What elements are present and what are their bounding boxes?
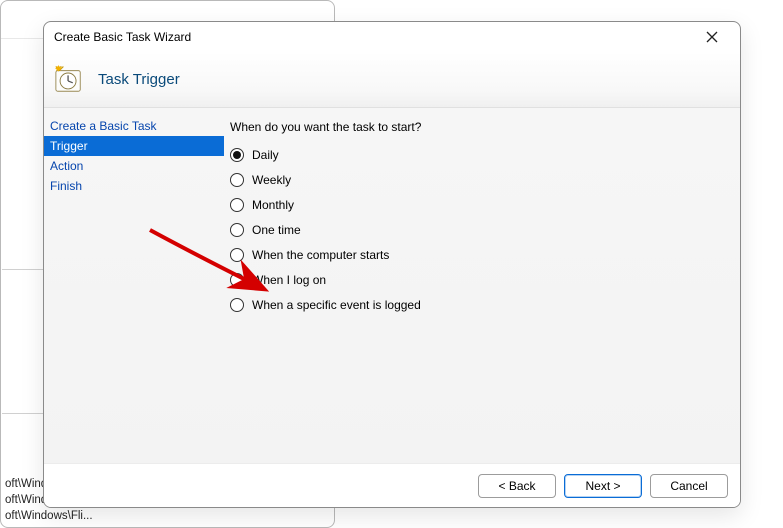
radio-icon (230, 273, 244, 287)
step-create-basic-task[interactable]: Create a Basic Task (44, 116, 224, 136)
option-daily[interactable]: Daily (230, 148, 726, 162)
option-weekly[interactable]: Weekly (230, 173, 726, 187)
option-computer-starts[interactable]: When the computer starts (230, 248, 726, 262)
option-label: Weekly (252, 173, 291, 187)
option-label: Daily (252, 148, 279, 162)
trigger-options: Daily Weekly Monthly One time When the c… (230, 148, 726, 312)
cancel-button[interactable]: Cancel (650, 474, 728, 498)
dialog-titlebar: Create Basic Task Wizard (44, 22, 740, 52)
dialog-body: Create a Basic Task Trigger Action Finis… (44, 108, 740, 463)
option-label: One time (252, 223, 301, 237)
next-button[interactable]: Next > (564, 474, 642, 498)
option-label: When the computer starts (252, 248, 389, 262)
option-one-time[interactable]: One time (230, 223, 726, 237)
option-log-on[interactable]: When I log on (230, 273, 726, 287)
option-label: When I log on (252, 273, 326, 287)
step-trigger[interactable]: Trigger (44, 136, 224, 156)
option-label: Monthly (252, 198, 294, 212)
option-label: When a specific event is logged (252, 298, 421, 312)
dialog-title: Create Basic Task Wizard (54, 30, 191, 44)
radio-icon (230, 248, 244, 262)
trigger-question: When do you want the task to start? (230, 120, 726, 134)
close-icon (706, 31, 718, 43)
radio-icon (230, 148, 244, 162)
radio-icon (230, 198, 244, 212)
dialog-heading: Task Trigger (98, 71, 180, 88)
wizard-steps: Create a Basic Task Trigger Action Finis… (44, 108, 224, 463)
list-item: oft\Windows\Fli... (5, 508, 330, 524)
close-button[interactable] (694, 23, 730, 51)
radio-icon (230, 223, 244, 237)
back-button[interactable]: < Back (478, 474, 556, 498)
step-finish[interactable]: Finish (44, 176, 224, 196)
dialog-header: Task Trigger (44, 52, 740, 108)
radio-icon (230, 173, 244, 187)
step-action[interactable]: Action (44, 156, 224, 176)
clock-task-icon (54, 65, 84, 95)
option-specific-event[interactable]: When a specific event is logged (230, 298, 726, 312)
dialog-button-bar: < Back Next > Cancel (44, 463, 740, 507)
wizard-dialog: Create Basic Task Wizard Task Trigger Cr… (43, 21, 741, 508)
option-monthly[interactable]: Monthly (230, 198, 726, 212)
wizard-content: When do you want the task to start? Dail… (224, 108, 740, 463)
radio-icon (230, 298, 244, 312)
